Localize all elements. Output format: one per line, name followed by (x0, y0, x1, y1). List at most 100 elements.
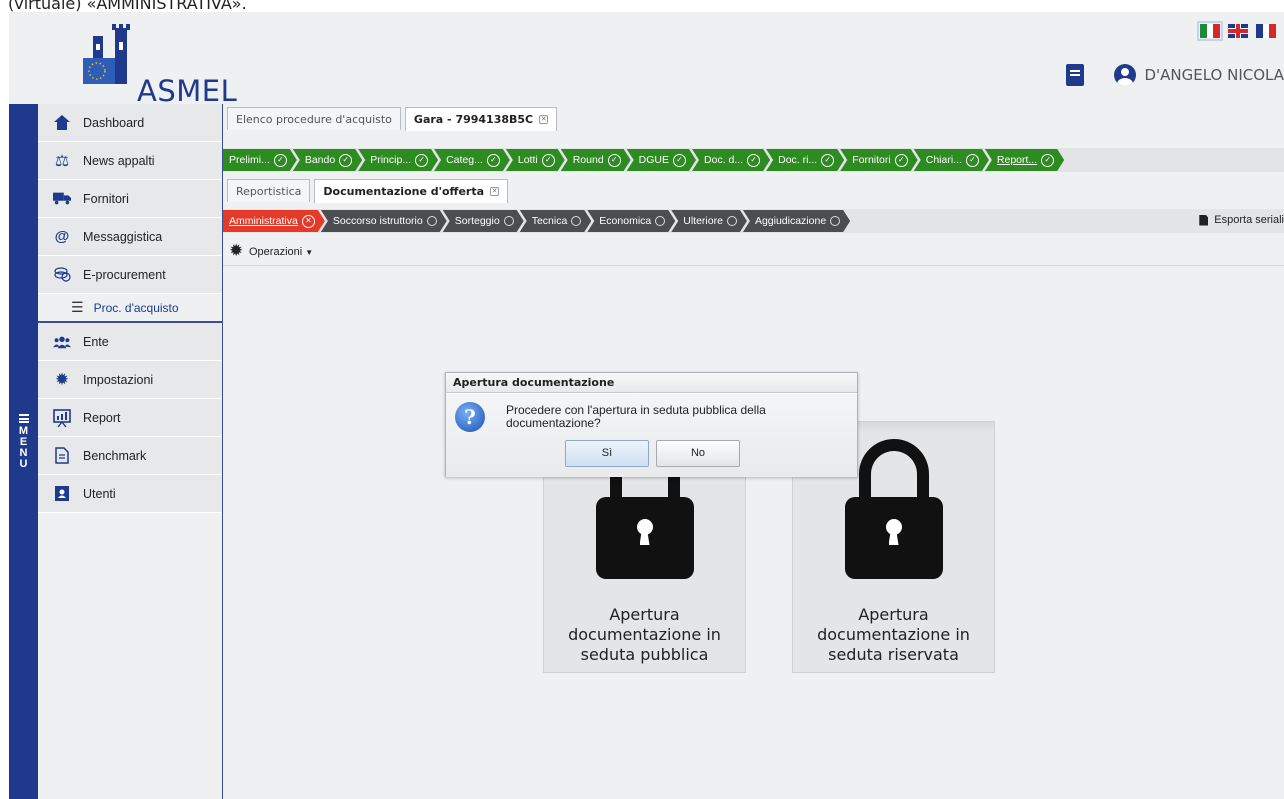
check-icon: ✓ (339, 154, 352, 167)
flag-france-icon[interactable] (1256, 24, 1277, 38)
sidebar-item-label: Utenti (83, 486, 116, 501)
step-label: Report... (996, 154, 1038, 166)
check-icon: ✓ (673, 154, 686, 167)
step-amministrativa[interactable]: Amministrativa ✕ (223, 210, 325, 232)
operazioni-menu[interactable]: Operazioni ▼ (249, 246, 313, 258)
procedure-tabs: Elenco procedure d'acquisto Gara - 79941… (227, 107, 558, 131)
users-icon (53, 333, 71, 351)
list-icon: ☰ (71, 299, 84, 315)
sidebar-item-label: E-procurement (83, 267, 166, 282)
sidebar-item-messaggistica[interactable]: @ Messaggistica (38, 218, 222, 256)
manual-book-icon[interactable] (1066, 64, 1085, 86)
coins-icon (53, 266, 71, 284)
card-caption: Apertura documentazione in seduta pubbli… (568, 605, 721, 664)
step-report[interactable]: Report... ✓ (985, 149, 1064, 171)
step-label: Sorteggio (454, 215, 500, 227)
step-aggiudicazione[interactable]: Aggiudicazione (743, 210, 850, 232)
sidebar-subitem-proc-acquisto[interactable]: ☰ Proc. d'acquisto (38, 294, 222, 323)
esporta-label: Esporta seriali (1214, 214, 1284, 226)
step-doc-ri[interactable]: Doc. ri... ✓ (766, 149, 844, 171)
sidebar-item-e-procurement[interactable]: E-procurement (38, 256, 222, 294)
flag-uk-icon[interactable] (1228, 24, 1248, 38)
check-icon: ✓ (1041, 154, 1054, 167)
sidebar: Dashboard ⚖ News appalti Fornitori @ Mes… (38, 104, 223, 799)
step-soccorso-istruttorio[interactable]: Soccorso istruttorio (321, 210, 447, 232)
esporta-seriali-button[interactable]: Esporta seriali (1199, 214, 1284, 226)
step-categorie[interactable]: Categ... ✓ (434, 149, 510, 171)
no-button[interactable]: No (656, 440, 740, 467)
sidebar-item-label: Impostazioni (83, 372, 154, 387)
step-dgue[interactable]: DGUE ✓ (627, 149, 696, 171)
sidebar-item-news-appalti[interactable]: ⚖ News appalti (38, 142, 222, 180)
tab-label: Documentazione d'offerta (323, 185, 485, 198)
menu-label: MENU (9, 414, 38, 470)
close-icon[interactable]: ✕ (539, 115, 549, 124)
user-name[interactable]: D'ANGELO NICOLA (1144, 66, 1284, 84)
step-bando[interactable]: Bando ✓ (293, 149, 362, 171)
step-economica[interactable]: Economica (587, 210, 675, 232)
step-tecnica[interactable]: Tecnica (520, 210, 592, 232)
scales-icon: ⚖ (54, 152, 70, 170)
sidebar-item-report[interactable]: Report (38, 399, 222, 437)
content-area: Apertura documentazione in seduta pubbli… (223, 267, 1284, 799)
step-label: Round (572, 154, 604, 166)
asmel-logo[interactable]: ASMEL (79, 22, 237, 108)
user-avatar-icon[interactable] (1114, 64, 1137, 86)
flag-italy-icon[interactable] (1197, 21, 1223, 41)
step-label: Lotti (517, 154, 538, 166)
step-lotti[interactable]: Lotti ✓ (506, 149, 565, 171)
tab-documentazione-offerta[interactable]: Documentazione d'offerta ✕ (314, 179, 509, 203)
step-round[interactable]: Round ✓ (561, 149, 631, 171)
sidebar-item-dashboard[interactable]: Dashboard (38, 104, 222, 142)
step-label: Prelimi... (229, 154, 270, 166)
step-principali[interactable]: Princip... ✓ (358, 149, 438, 171)
check-icon: ✓ (415, 154, 428, 167)
check-icon: ✓ (821, 154, 834, 167)
yes-button[interactable]: Sì (565, 440, 649, 467)
sidebar-item-label: Messaggistica (83, 229, 163, 244)
step-label: Amministrativa (229, 215, 298, 227)
file-icon (1199, 214, 1209, 226)
header: ASMEL D'ANGELO NICOLA (9, 12, 1284, 108)
sidebar-item-ente[interactable]: Ente (38, 323, 222, 361)
lock-icon (844, 439, 943, 579)
sidebar-item-benchmark[interactable]: Benchmark (38, 437, 222, 475)
sidebar-item-label: Dashboard (83, 115, 145, 130)
card-caption: Apertura documentazione in seduta riserv… (817, 605, 970, 664)
sidebar-item-fornitori[interactable]: Fornitori (38, 180, 222, 218)
tab-reportistica[interactable]: Reportistica (227, 179, 311, 202)
app-window: ASMEL D'ANGELO NICOLA MENU Dashboard ⚖ N… (9, 12, 1284, 799)
step-chiarimenti[interactable]: Chiari... ✓ (914, 149, 989, 171)
step-sorteggio[interactable]: Sorteggio (443, 210, 524, 232)
menu-toggle-strip[interactable]: MENU (9, 104, 38, 799)
caret-down-icon: ▼ (305, 247, 314, 257)
logo-text: ASMEL (137, 74, 238, 108)
home-icon (53, 114, 71, 132)
dialog-message: Procedere con l'apertura in seduta pubbl… (506, 403, 766, 430)
dialog-title[interactable]: Apertura documentazione (446, 373, 857, 393)
circle-icon (571, 216, 581, 226)
step-fornitori[interactable]: Fornitori ✓ (840, 149, 918, 171)
circle-icon (655, 216, 665, 226)
sidebar-item-label: Fornitori (83, 191, 129, 206)
tab-elenco-procedure[interactable]: Elenco procedure d'acquisto (227, 107, 401, 130)
check-icon: ✓ (608, 154, 621, 167)
step-ulteriore[interactable]: Ulteriore (671, 210, 747, 232)
step-label: Doc. d... (704, 154, 744, 166)
close-icon[interactable]: ✕ (490, 187, 500, 196)
check-icon: ✓ (747, 154, 760, 167)
sidebar-item-label: Report (83, 410, 121, 425)
language-selector (1197, 21, 1277, 41)
step-label: Ulteriore (683, 215, 723, 227)
step-preliminari[interactable]: Prelimi... ✓ (223, 149, 297, 171)
check-icon: ✓ (487, 154, 500, 167)
sub-tabs: Reportistica Documentazione d'offerta ✕ (227, 179, 509, 203)
sidebar-item-impostazioni[interactable]: ✹ Impostazioni (38, 361, 222, 399)
question-icon: ? (455, 402, 485, 432)
sidebar-item-label: Benchmark (83, 448, 147, 463)
dialog-body: ? Procedere con l'apertura in seduta pub… (446, 394, 857, 477)
hamburger-icon (18, 414, 29, 423)
step-doc-d[interactable]: Doc. d... ✓ (692, 149, 770, 171)
sidebar-item-utenti[interactable]: Utenti (38, 475, 222, 513)
tab-gara[interactable]: Gara - 7994138B5C ✕ (404, 107, 558, 131)
